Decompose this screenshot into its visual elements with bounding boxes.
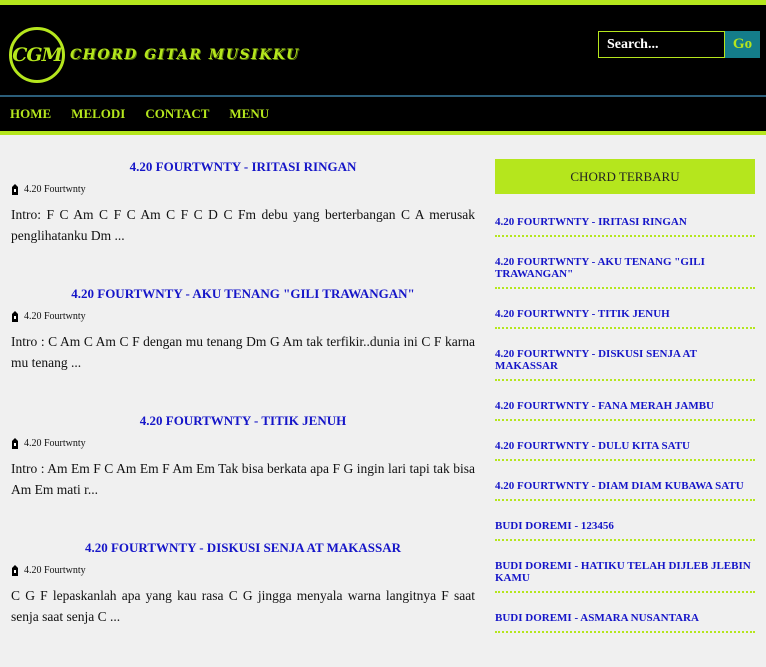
- list-item: 4.20 FOURTWNTY - DULU KITA SATU: [495, 440, 755, 461]
- site-header: CGM CHORD GITAR MUSIKKU Go: [0, 5, 766, 95]
- main-nav: HOME MELODI CONTACT MENU: [0, 95, 766, 135]
- search-input[interactable]: [598, 31, 725, 58]
- recent-chord-link[interactable]: 4.20 FOURTWNTY - IRITASI RINGAN: [495, 216, 755, 228]
- author-icon: [12, 310, 18, 322]
- post-item: 4.20 FOURTWNTY - TITIK JENUH 4.20 Fourtw…: [11, 413, 475, 500]
- recent-chord-list: 4.20 FOURTWNTY - IRITASI RINGAN 4.20 FOU…: [495, 216, 755, 633]
- post-item: 4.20 FOURTWNTY - AKU TENANG "GILI TRAWAN…: [11, 286, 475, 373]
- post-title-link[interactable]: 4.20 FOURTWNTY - DISKUSI SENJA AT MAKASS…: [11, 540, 475, 556]
- post-meta: 4.20 Fourtwnty: [11, 181, 475, 197]
- list-item: 4.20 FOURTWNTY - DISKUSI SENJA AT MAKASS…: [495, 348, 755, 381]
- post-title-link[interactable]: 4.20 FOURTWNTY - IRITASI RINGAN: [11, 159, 475, 175]
- list-item: BUDI DOREMI - ASMARA NUSANTARA: [495, 612, 755, 633]
- sidebar: CHORD TERBARU 4.20 FOURTWNTY - IRITASI R…: [495, 159, 755, 652]
- nav-melodi[interactable]: MELODI: [71, 106, 125, 122]
- post-excerpt: C G F lepaskanlah apa yang kau rasa C G …: [11, 588, 475, 624]
- list-item: 4.20 FOURTWNTY - TITIK JENUH: [495, 308, 755, 329]
- recent-chord-link[interactable]: 4.20 FOURTWNTY - DISKUSI SENJA AT MAKASS…: [495, 348, 755, 372]
- recent-chord-link[interactable]: 4.20 FOURTWNTY - DIAM DIAM KUBAWA SATU: [495, 480, 755, 492]
- post-title-link[interactable]: 4.20 FOURTWNTY - TITIK JENUH: [11, 413, 475, 429]
- post-excerpt: Intro: F C Am C F C Am C F C D C Fm debu…: [11, 207, 475, 243]
- post-excerpt: Intro : C Am C Am C F dengan mu tenang D…: [11, 334, 475, 370]
- recent-chord-link[interactable]: 4.20 FOURTWNTY - DULU KITA SATU: [495, 440, 755, 452]
- logo-mark: CGM: [9, 27, 65, 83]
- nav-contact[interactable]: CONTACT: [145, 106, 209, 122]
- post-author: 4.20 Fourtwnty: [24, 564, 86, 576]
- post-meta: 4.20 Fourtwnty: [11, 308, 475, 324]
- list-item: 4.20 FOURTWNTY - FANA MERAH JAMBU: [495, 400, 755, 421]
- post-title-link[interactable]: 4.20 FOURTWNTY - AKU TENANG "GILI TRAWAN…: [11, 286, 475, 302]
- post-author: 4.20 Fourtwnty: [24, 310, 86, 322]
- author-icon: [12, 437, 18, 449]
- author-icon: [12, 564, 18, 576]
- author-icon: [12, 183, 18, 195]
- nav-home[interactable]: HOME: [10, 106, 51, 122]
- recent-chord-link[interactable]: 4.20 FOURTWNTY - TITIK JENUH: [495, 308, 755, 320]
- list-item: BUDI DOREMI - HATIKU TELAH DIJLEB JLEBIN…: [495, 560, 755, 593]
- recent-chord-link[interactable]: 4.20 FOURTWNTY - AKU TENANG "GILI TRAWAN…: [495, 256, 755, 280]
- list-item: BUDI DOREMI - 123456: [495, 520, 755, 541]
- post-item: 4.20 FOURTWNTY - DISKUSI SENJA AT MAKASS…: [11, 540, 475, 627]
- list-item: 4.20 FOURTWNTY - DIAM DIAM KUBAWA SATU: [495, 480, 755, 501]
- post-author: 4.20 Fourtwnty: [24, 183, 86, 195]
- recent-chord-link[interactable]: 4.20 FOURTWNTY - FANA MERAH JAMBU: [495, 400, 755, 412]
- list-item: 4.20 FOURTWNTY - AKU TENANG "GILI TRAWAN…: [495, 256, 755, 289]
- sidebar-heading: CHORD TERBARU: [495, 159, 755, 194]
- recent-chord-link[interactable]: BUDI DOREMI - ASMARA NUSANTARA: [495, 612, 755, 624]
- recent-chord-link[interactable]: BUDI DOREMI - 123456: [495, 520, 755, 532]
- post-meta: 4.20 Fourtwnty: [11, 435, 475, 451]
- logo-text: CHORD GITAR MUSIKKU: [70, 47, 300, 63]
- nav-menu[interactable]: MENU: [229, 106, 269, 122]
- post-excerpt: Intro : Am Em F C Am Em F Am Em Tak bisa…: [11, 461, 475, 497]
- post-item: 4.20 FOURTWNTY - IRITASI RINGAN 4.20 Fou…: [11, 159, 475, 246]
- list-item: 4.20 FOURTWNTY - IRITASI RINGAN: [495, 216, 755, 237]
- post-meta: 4.20 Fourtwnty: [11, 562, 475, 578]
- site-logo[interactable]: CGM CHORD GITAR MUSIKKU: [9, 27, 300, 83]
- search-go-button[interactable]: Go: [725, 31, 760, 58]
- search-form: Go: [598, 31, 760, 58]
- post-author: 4.20 Fourtwnty: [24, 437, 86, 449]
- post-list: 4.20 FOURTWNTY - IRITASI RINGAN 4.20 Fou…: [11, 159, 475, 667]
- recent-chord-link[interactable]: BUDI DOREMI - HATIKU TELAH DIJLEB JLEBIN…: [495, 560, 755, 584]
